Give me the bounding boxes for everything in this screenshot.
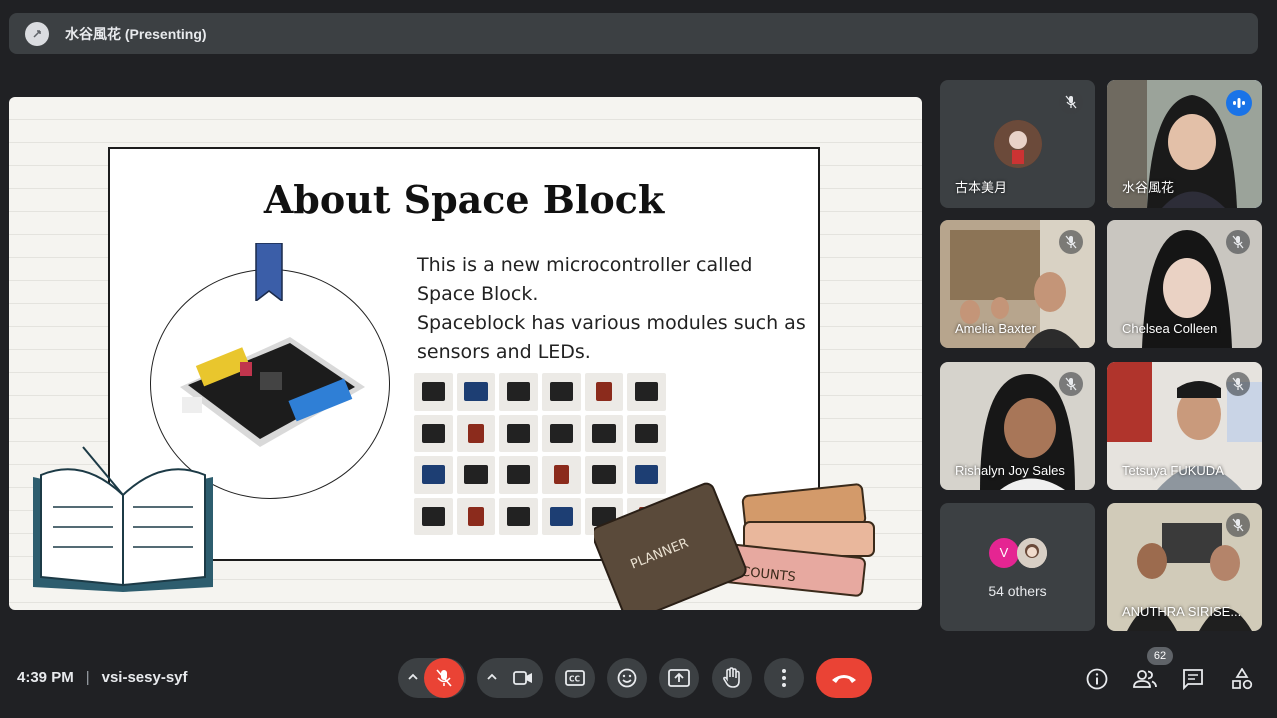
reactions-button[interactable] [607, 658, 647, 698]
module-image [542, 497, 581, 535]
meeting-time: 4:39 PM [17, 669, 74, 686]
separator: | [85, 669, 90, 686]
participant-name: 水谷風花 [1122, 180, 1175, 195]
more-vert-icon [782, 669, 786, 687]
mic-off-icon[interactable] [424, 658, 464, 698]
mic-off-icon [1226, 230, 1250, 254]
hand-icon [723, 667, 740, 688]
module-image [499, 414, 538, 452]
module-image [414, 373, 453, 411]
presentation-stage: About Space Block This is a new microcon… [9, 97, 922, 610]
slide-body-line: Space Block. [417, 283, 539, 305]
module-image [499, 456, 538, 494]
present-screen-icon [668, 669, 690, 687]
module-image [499, 497, 538, 535]
participant-name: Chelsea Colleen [1122, 321, 1218, 336]
info-icon [1086, 668, 1108, 690]
hang-up-icon [832, 675, 856, 683]
avatar [993, 120, 1042, 168]
others-avatar: V [989, 538, 1019, 568]
meeting-details-button[interactable] [1085, 667, 1109, 691]
tape-icon [255, 243, 283, 301]
chat-icon [1183, 669, 1203, 690]
leave-call-button[interactable] [816, 658, 872, 698]
closed-captions-icon: CC [565, 670, 585, 686]
module-image [627, 414, 666, 452]
participant-tile[interactable]: 水谷風花 [1107, 80, 1262, 208]
participant-name: Amelia Baxter [955, 321, 1036, 336]
planner-books-icon: ACCOUNTS PLANNER [594, 482, 875, 610]
slide-title: About Space Block [263, 177, 665, 222]
slide-body: This is a new microcontroller called Spa… [417, 251, 817, 367]
more-options-button[interactable] [764, 658, 804, 698]
microphone-control[interactable] [398, 658, 466, 698]
emoji-icon [617, 668, 637, 688]
mic-off-icon [1226, 372, 1250, 396]
chevron-up-icon[interactable] [486, 670, 498, 688]
captions-button[interactable]: CC [555, 658, 595, 698]
people-button[interactable] [1133, 667, 1157, 691]
slide-body-line: This is a new microcontroller called [417, 254, 753, 276]
module-image [414, 456, 453, 494]
others-avatar-photo [1017, 538, 1047, 568]
presenter-bar: 水谷風花 (Presenting) [9, 13, 1258, 54]
presenter-title: 水谷風花 (Presenting) [65, 25, 207, 42]
meeting-info: 4:39 PM | vsi-sesy-syf [17, 669, 188, 686]
module-image [456, 414, 496, 452]
slide-body-line: sensors and LEDs. [417, 341, 591, 363]
module-image [499, 373, 538, 411]
raise-hand-button[interactable] [712, 658, 752, 698]
speaking-indicator-icon [1226, 90, 1252, 116]
presenter-avatar [25, 21, 49, 46]
meeting-code[interactable]: vsi-sesy-syf [102, 669, 188, 686]
module-image [584, 414, 624, 452]
module-image [542, 456, 581, 494]
participant-tile[interactable]: Tetsuya FUKUDA [1107, 362, 1262, 490]
module-image [414, 414, 453, 452]
module-image [584, 373, 624, 411]
slide-body-line: Spaceblock has various modules such as [417, 312, 806, 334]
activities-button[interactable] [1230, 667, 1254, 691]
chat-button[interactable] [1181, 667, 1205, 691]
participant-tile[interactable]: ANUTHRA SIRISE... [1107, 503, 1262, 631]
module-image [456, 456, 496, 494]
participant-tile[interactable]: Rishalyn Joy Sales [940, 362, 1095, 490]
module-image [627, 373, 666, 411]
participant-name: Rishalyn Joy Sales [955, 463, 1065, 478]
module-image [456, 373, 496, 411]
module-image [542, 373, 581, 411]
participant-tile[interactable]: Amelia Baxter [940, 220, 1095, 348]
present-button[interactable] [659, 658, 699, 698]
camera-control[interactable] [477, 658, 543, 698]
open-book-icon [33, 446, 213, 592]
people-count-badge: 62 [1147, 647, 1173, 665]
mic-off-icon [1059, 90, 1083, 114]
mic-off-icon [1059, 230, 1083, 254]
module-image [414, 497, 453, 535]
svg-text:CC: CC [569, 675, 581, 684]
mic-off-icon [1059, 372, 1083, 396]
others-tile[interactable]: V 54 others [940, 503, 1095, 631]
activities-icon [1232, 668, 1253, 690]
camera-icon[interactable] [513, 669, 533, 692]
participant-name: Tetsuya FUKUDA [1122, 463, 1224, 478]
participant-name: 古本美月 [955, 180, 1008, 195]
people-icon [1133, 670, 1157, 688]
participant-tile[interactable]: 古本美月 [940, 80, 1095, 208]
module-image [456, 497, 496, 535]
others-count: 54 others [988, 583, 1047, 599]
module-image [542, 414, 581, 452]
participant-name: ANUTHRA SIRISE... [1122, 604, 1242, 619]
participant-tile[interactable]: Chelsea Colleen [1107, 220, 1262, 348]
chevron-up-icon[interactable] [407, 670, 419, 688]
mic-off-icon [1226, 513, 1250, 537]
